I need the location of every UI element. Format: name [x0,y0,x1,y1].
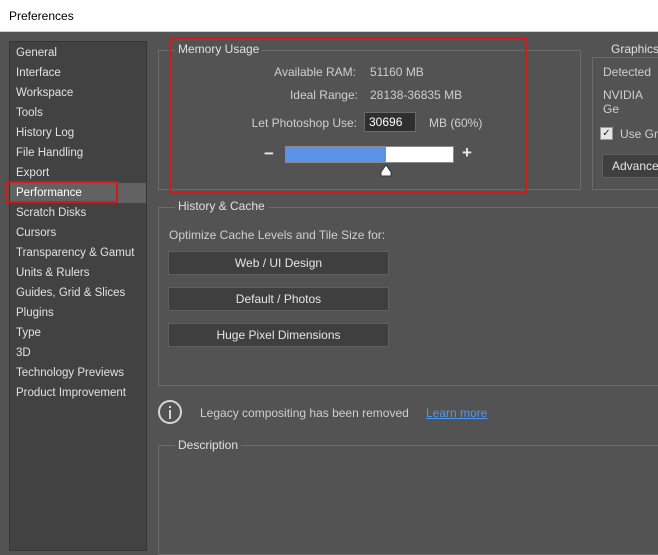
sidebar-item-plugins[interactable]: Plugins [10,303,146,323]
sidebar-item-guides-grid-slices[interactable]: Guides, Grid & Slices [10,283,146,303]
sidebar-item-interface[interactable]: Interface [10,63,146,83]
let-photoshop-use-label: Let Photoshop Use: [251,116,357,130]
preferences-sidebar: General Interface Workspace Tools Histor… [9,41,147,551]
memory-slider[interactable] [285,146,454,163]
memory-slider-fill [286,147,387,162]
window-title: Preferences [9,9,74,23]
sidebar-item-tools[interactable]: Tools [10,103,146,123]
use-graphics-processor-checkbox[interactable]: ✓ [600,127,613,140]
default-photos-button[interactable]: Default / Photos [168,287,389,311]
sidebar-item-scratch-disks[interactable]: Scratch Disks [10,203,146,223]
sidebar-item-general[interactable]: General [10,43,146,63]
sidebar-item-3d[interactable]: 3D [10,343,146,363]
decrease-memory-button[interactable]: − [264,144,274,164]
memory-usage-title: Memory Usage [175,42,263,56]
huge-pixel-dimensions-button[interactable]: Huge Pixel Dimensions [168,323,389,347]
slider-thumb-icon[interactable] [379,164,393,177]
legacy-compositing-notice: Legacy compositing has been removed [200,406,409,420]
graphics-detected-label: Detected [603,65,652,79]
sidebar-item-history-log[interactable]: History Log [10,123,146,143]
use-graphics-processor-label: Use Gr [620,127,658,141]
sidebar-item-workspace[interactable]: Workspace [10,83,146,103]
sidebar-item-units-rulers[interactable]: Units & Rulers [10,263,146,283]
learn-more-link[interactable]: Learn more [426,406,487,420]
sidebar-item-technology-previews[interactable]: Technology Previews [10,363,146,383]
available-ram-label: Available RAM: [274,65,356,79]
sidebar-item-type[interactable]: Type [10,323,146,343]
memory-amount-input[interactable] [364,112,416,132]
memory-unit-percent: MB (60%) [429,116,483,130]
optimize-cache-label: Optimize Cache Levels and Tile Size for: [169,228,386,242]
sidebar-item-product-improvement[interactable]: Product Improvement [10,383,146,403]
sidebar-item-file-handling[interactable]: File Handling [10,143,146,163]
graphics-title: Graphics [608,42,658,56]
title-bar: Preferences [0,0,658,32]
sidebar-item-export[interactable]: Export [10,163,146,183]
sidebar-item-cursors[interactable]: Cursors [10,223,146,243]
graphics-gpu-name: NVIDIA Ge [603,88,643,116]
info-icon [158,400,182,424]
available-ram-value: 51160 MB [370,65,424,79]
sidebar-item-transparency-gamut[interactable]: Transparency & Gamut [10,243,146,263]
description-title: Description [175,438,242,452]
ideal-range-value: 28138-36835 MB [370,88,463,102]
sidebar-item-performance[interactable]: Performance [10,183,146,203]
history-cache-title: History & Cache [175,199,268,213]
increase-memory-button[interactable]: + [462,143,472,163]
web-ui-design-button[interactable]: Web / UI Design [168,251,389,275]
ideal-range-label: Ideal Range: [289,88,358,102]
advanced-settings-button[interactable]: Advance [602,154,658,178]
description-panel [158,445,658,555]
